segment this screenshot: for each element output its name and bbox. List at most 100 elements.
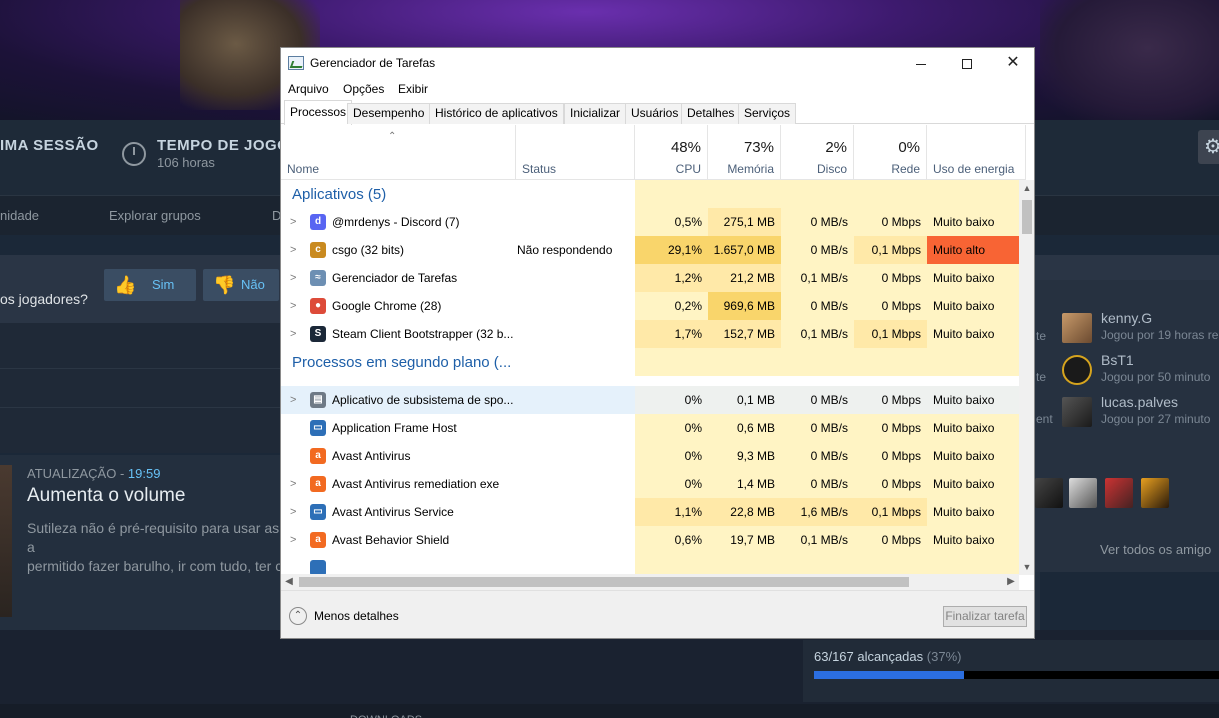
- end-task-button[interactable]: Finalizar tarefa: [943, 606, 1027, 627]
- process-cpu: 0,2%: [635, 292, 708, 320]
- menu-bar: Arquivo Opções Exibir: [281, 78, 1034, 100]
- window-title: Gerenciador de Tarefas: [310, 56, 436, 70]
- downloads-label[interactable]: DOWNLOADS: [350, 713, 422, 718]
- scroll-thumb[interactable]: [1022, 200, 1032, 234]
- tab-processes[interactable]: Processos: [284, 100, 353, 125]
- process-cpu: 0%: [635, 442, 708, 470]
- settings-gear-button[interactable]: ⚙: [1198, 130, 1219, 164]
- scroll-right-icon[interactable]: ▶: [1003, 574, 1019, 590]
- menu-view[interactable]: Exibir: [398, 82, 428, 96]
- col-name[interactable]: Nome: [281, 125, 516, 180]
- process-power: Muito baixo: [927, 386, 1019, 414]
- vote-no-label: Não: [241, 277, 265, 292]
- process-net: 0,1 Mbps: [854, 498, 927, 526]
- process-row[interactable]: [281, 554, 1019, 575]
- scroll-thumb[interactable]: [299, 577, 909, 587]
- col-name-label: Nome: [287, 162, 320, 176]
- footer: ⌃ Menos detalhes Finalizar tarefa: [281, 590, 1034, 638]
- playtime-label: TEMPO DE JOGO: [157, 137, 290, 154]
- maximize-button[interactable]: [944, 48, 990, 78]
- process-row[interactable]: > ● Google Chrome (28) 0,2% 969,6 MB 0 MB/s 0 …: [281, 292, 1019, 320]
- minimize-button[interactable]: [898, 48, 944, 78]
- process-mem: 21,2 MB: [708, 264, 781, 292]
- col-disk[interactable]: 2% Disco: [781, 125, 854, 180]
- chevron-right-icon[interactable]: >: [290, 386, 296, 414]
- nav-browse-groups[interactable]: Explorar grupos: [109, 208, 201, 223]
- friends-side-text: ent: [1036, 412, 1053, 426]
- tab-app-history[interactable]: Histórico de aplicativos: [429, 103, 564, 124]
- chevron-right-icon[interactable]: >: [290, 526, 296, 554]
- friend-avatar-thumb[interactable]: [1141, 478, 1169, 508]
- process-disk: 0,1 MB/s: [781, 526, 854, 554]
- process-row[interactable]: > a Avast Antivirus remediation exe 0% 1,4 M…: [281, 470, 1019, 498]
- chevron-up-icon[interactable]: ⌃: [289, 607, 307, 625]
- window-icon: [310, 560, 326, 575]
- printer-icon: ▤: [310, 392, 326, 408]
- process-net: 0 Mbps: [854, 292, 927, 320]
- tab-details[interactable]: Detalhes: [681, 103, 741, 124]
- friend-avatar-thumb[interactable]: [1105, 478, 1133, 508]
- friend-avatar-thumb[interactable]: [1035, 478, 1063, 508]
- news-title[interactable]: Aumenta o volume: [27, 485, 185, 507]
- menu-file[interactable]: Arquivo: [288, 82, 329, 96]
- process-name: Avast Behavior Shield: [332, 533, 450, 547]
- tab-startup[interactable]: Inicializar: [564, 103, 627, 124]
- tab-performance[interactable]: Desempenho: [347, 103, 431, 124]
- process-power: Muito baixo: [927, 264, 1019, 292]
- process-row[interactable]: > ▤ Aplicativo de subsistema de spo... 0% 0,…: [281, 386, 1019, 414]
- avast-icon: a: [310, 532, 326, 548]
- scroll-left-icon[interactable]: ◀: [281, 574, 297, 590]
- process-row[interactable]: > S Steam Client Bootstrapper (32 b... 1,7%…: [281, 320, 1019, 348]
- process-row[interactable]: > d @mrdenys - Discord (7) 0,5% 275,1 MB 0 MB…: [281, 208, 1019, 236]
- close-button[interactable]: ✕: [990, 48, 1034, 78]
- friend-avatar-thumb[interactable]: [1069, 478, 1097, 508]
- col-power[interactable]: Uso de energia: [927, 125, 1026, 180]
- process-disk: 0 MB/s: [781, 414, 854, 442]
- process-net: 0 Mbps: [854, 208, 927, 236]
- process-disk: 0 MB/s: [781, 236, 854, 264]
- news-tag: ATUALIZAÇÃO - 19:59: [27, 466, 160, 481]
- chevron-right-icon[interactable]: >: [290, 498, 296, 526]
- process-row[interactable]: > ▭ Avast Antivirus Service 1,1% 22,8 MB 1,6 …: [281, 498, 1019, 526]
- menu-options[interactable]: Opções: [343, 82, 384, 96]
- chevron-right-icon[interactable]: >: [290, 320, 296, 348]
- chevron-right-icon[interactable]: >: [290, 264, 296, 292]
- col-status[interactable]: Status: [516, 125, 635, 180]
- process-row[interactable]: ▭ Application Frame Host 0% 0,6 MB 0 MB/s 0 M…: [281, 414, 1019, 442]
- news-body-line: Sutileza não é pré-requisito para usar a…: [27, 520, 280, 555]
- vertical-scrollbar[interactable]: ▲ ▼: [1019, 180, 1034, 575]
- achievements-progress-bar: [814, 671, 1219, 679]
- col-network[interactable]: 0% Rede: [854, 125, 927, 180]
- less-details-link[interactable]: Menos detalhes: [314, 609, 399, 623]
- title-bar[interactable]: Gerenciador de Tarefas ✕: [281, 48, 1034, 78]
- process-row[interactable]: > a Avast Behavior Shield 0,6% 19,7 MB 0,1 MB…: [281, 526, 1019, 554]
- tab-users[interactable]: Usuários: [625, 103, 685, 124]
- process-cpu: 0%: [635, 470, 708, 498]
- horizontal-scrollbar[interactable]: ◀ ▶: [281, 574, 1019, 590]
- process-name: Gerenciador de Tarefas: [332, 271, 458, 285]
- col-cpu[interactable]: 48% CPU: [635, 125, 708, 180]
- see-all-friends-link[interactable]: Ver todos os amigo: [1100, 542, 1211, 557]
- col-memory[interactable]: 73% Memória: [708, 125, 781, 180]
- news-tag-label: ATUALIZAÇÃO: [27, 466, 117, 481]
- chevron-right-icon[interactable]: >: [290, 236, 296, 264]
- vote-yes-button[interactable]: 👍 Sim: [104, 269, 196, 301]
- chevron-right-icon[interactable]: >: [290, 470, 296, 498]
- process-row[interactable]: > ≈ Gerenciador de Tarefas 1,2% 21,2 MB 0,1 M…: [281, 264, 1019, 292]
- process-row[interactable]: > c csgo (32 bits) Não respondendo 29,1% 1.65…: [281, 236, 1019, 264]
- process-net: 0 Mbps: [854, 264, 927, 292]
- chevron-right-icon[interactable]: >: [290, 208, 296, 236]
- process-disk: [781, 554, 854, 575]
- process-row[interactable]: a Avast Antivirus 0% 9,3 MB 0 MB/s 0 Mbps Muit…: [281, 442, 1019, 470]
- news-thumbnail[interactable]: [0, 465, 12, 617]
- process-mem: 969,6 MB: [708, 292, 781, 320]
- vote-no-button[interactable]: 👎 Não: [203, 269, 279, 301]
- task-manager-icon: ≈: [310, 270, 326, 286]
- scroll-up-icon[interactable]: ▲: [1019, 180, 1034, 196]
- scroll-down-icon[interactable]: ▼: [1019, 559, 1034, 575]
- nav-community[interactable]: nidade: [0, 208, 39, 223]
- tab-services[interactable]: Serviços: [738, 103, 797, 124]
- process-status: [511, 320, 635, 348]
- col-memory-label: Memória: [727, 162, 774, 176]
- chevron-right-icon[interactable]: >: [290, 292, 296, 320]
